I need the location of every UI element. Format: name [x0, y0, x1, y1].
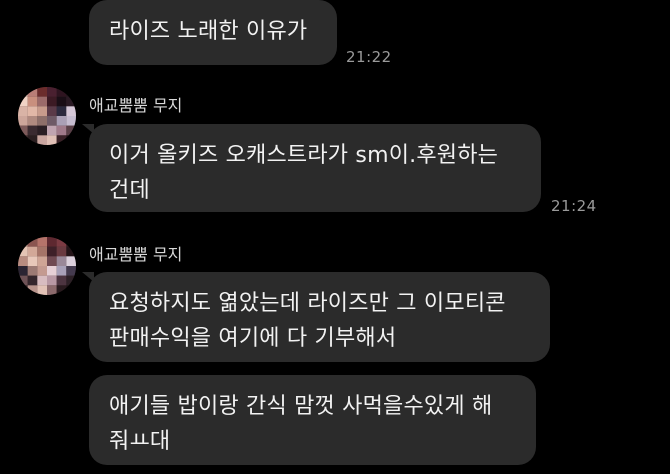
message-bubble[interactable]: 라이즈 노래한 이유가	[89, 0, 337, 65]
avatar[interactable]	[18, 87, 76, 145]
avatar[interactable]	[18, 237, 76, 295]
message-timestamp: 21:22	[346, 48, 392, 66]
message-bubble[interactable]: 이거 올키즈 오캐스트라가 sm이.후원하는 건데	[89, 124, 541, 212]
message-bubble[interactable]: 애기들 밥이랑 간식 맘껏 사먹을수있게 해 줘ㅛ대	[89, 375, 536, 465]
pixelated-profile-avatar-icon	[18, 87, 76, 145]
sender-name: 애교뿜뿜 무지	[89, 245, 183, 264]
message-bubble[interactable]: 요청하지도 엶았는데 라이즈만 그 이모티콘 판매수익을 여기에 다 기부해서	[89, 272, 550, 362]
message-timestamp: 21:24	[551, 197, 597, 215]
pixelated-profile-avatar-icon	[18, 237, 76, 295]
sender-name: 애교뿜뿜 무지	[89, 96, 183, 115]
